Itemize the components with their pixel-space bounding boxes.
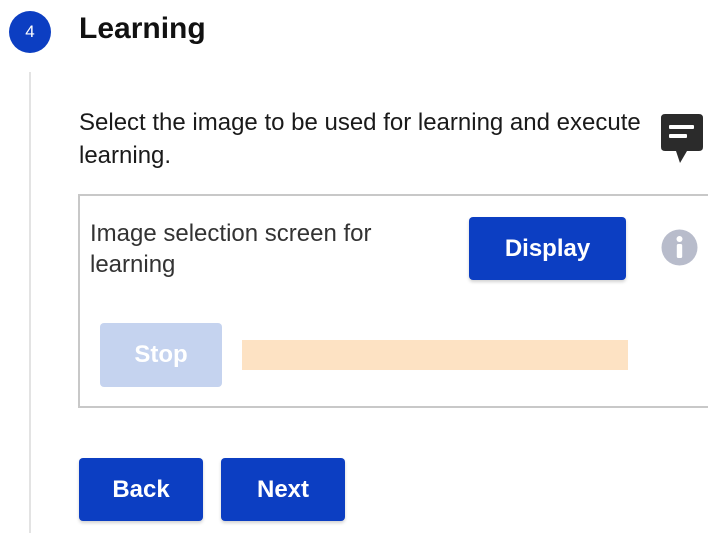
display-button[interactable]: Display bbox=[469, 217, 626, 280]
learning-progress-bar bbox=[242, 340, 628, 370]
step-title: Learning bbox=[79, 12, 206, 45]
step-number-badge: 4 bbox=[9, 11, 51, 53]
stop-button[interactable]: Stop bbox=[100, 323, 222, 387]
timeline-line bbox=[29, 72, 31, 533]
back-button[interactable]: Back bbox=[79, 458, 203, 521]
image-selection-label: Image selection screen for learning bbox=[90, 220, 372, 278]
comment-icon[interactable] bbox=[660, 113, 704, 165]
learning-step-page: 4 Learning Select the image to be used f… bbox=[0, 0, 708, 533]
next-button[interactable]: Next bbox=[221, 458, 345, 521]
info-icon[interactable] bbox=[661, 229, 698, 266]
instruction-text: Select the image to be used for learning… bbox=[79, 109, 641, 169]
